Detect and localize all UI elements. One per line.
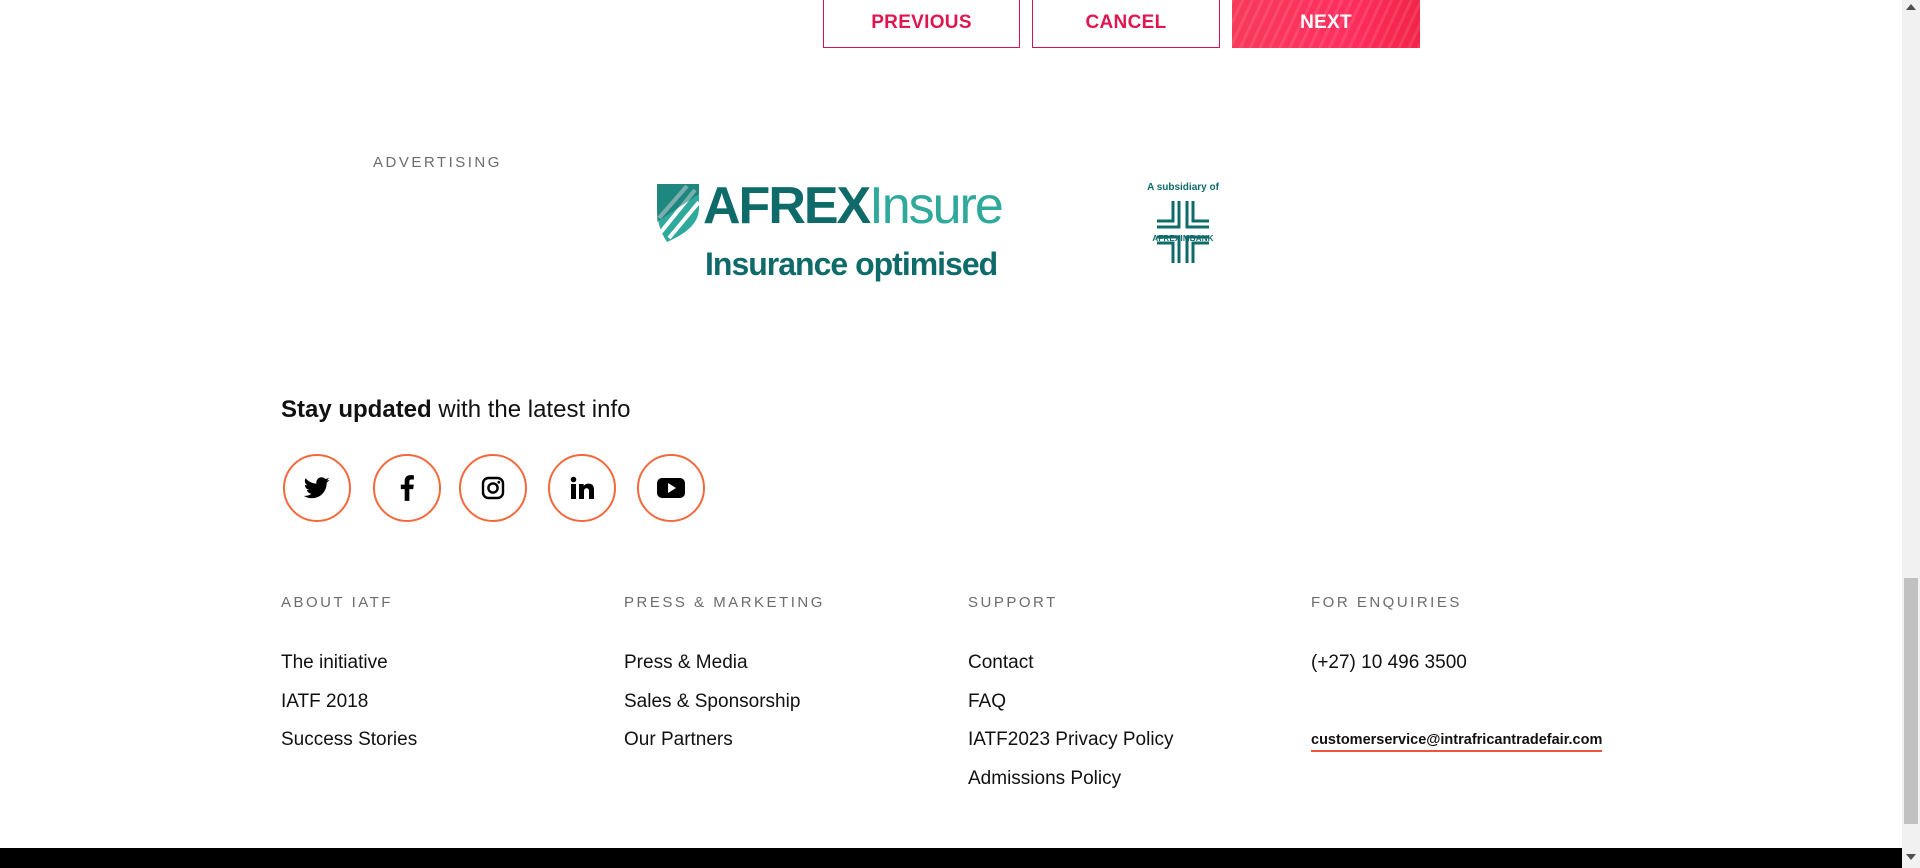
facebook-icon [400, 475, 414, 501]
afrexinsure-tagline: Insurance optimised [705, 246, 998, 282]
youtube-button[interactable] [637, 454, 705, 522]
page-scrollbar[interactable] [1902, 0, 1920, 868]
footer-link-press-media[interactable]: Press & Media [624, 652, 748, 674]
enquiries-phone[interactable]: (+27) 10 496 3500 [1311, 652, 1467, 674]
linkedin-button[interactable] [548, 454, 616, 522]
footer-link-our-partners[interactable]: Our Partners [624, 729, 733, 751]
previous-button[interactable]: PREVIOUS [823, 0, 1020, 48]
facebook-button[interactable] [373, 454, 441, 522]
afreximbank-logo: A subsidiary of AFREXIMBANK [1143, 182, 1223, 277]
youtube-icon [657, 478, 685, 498]
footer-link-faq[interactable]: FAQ [968, 691, 1006, 713]
support-heading: SUPPORT [968, 594, 1058, 611]
enquiries-heading: FOR ENQUIRIES [1311, 594, 1462, 611]
enquiries-email-link[interactable]: customerservice@intrafricantradefair.com [1311, 732, 1603, 752]
scroll-up-arrow-icon[interactable] [1906, 4, 1916, 10]
twitter-icon [304, 477, 330, 499]
instagram-icon [481, 476, 505, 500]
scroll-down-arrow-icon[interactable] [1906, 854, 1916, 860]
footer-link-success-stories[interactable]: Success Stories [281, 729, 417, 751]
footer-link-iatf-2018[interactable]: IATF 2018 [281, 691, 368, 713]
footer-link-contact[interactable]: Contact [968, 652, 1033, 674]
stay-updated-heading: Stay updated with the latest info [281, 396, 631, 423]
next-button[interactable]: NEXT [1232, 0, 1420, 48]
press-marketing-heading: PRESS & MARKETING [624, 594, 825, 611]
subsidiary-text: A subsidiary of [1147, 182, 1219, 193]
afreximbank-emblem-icon [1157, 201, 1209, 263]
scroll-thumb[interactable] [1904, 578, 1918, 824]
footer-link-initiative[interactable]: The initiative [281, 652, 388, 674]
footer-link-sales-sponsorship[interactable]: Sales & Sponsorship [624, 691, 800, 713]
afreximbank-text: AFREXIMBANK [1152, 234, 1214, 243]
linkedin-icon [570, 476, 594, 499]
afrexinsure-shield-icon [657, 184, 701, 242]
afrexinsure-wordmark: AFREXInsure [703, 177, 1004, 235]
twitter-button[interactable] [283, 454, 351, 522]
footer-link-admissions-policy[interactable]: Admissions Policy [968, 768, 1121, 790]
afrexinsure-ad[interactable]: AFREXInsure Insurance optimised [655, 177, 1004, 290]
cancel-button[interactable]: CANCEL [1032, 0, 1220, 48]
about-iatf-heading: ABOUT IATF [281, 594, 393, 611]
instagram-button[interactable] [459, 454, 527, 522]
footer-bottom-bar [0, 848, 1902, 868]
advertising-label: ADVERTISING [373, 154, 502, 171]
footer-link-privacy-policy[interactable]: IATF2023 Privacy Policy [968, 729, 1174, 751]
